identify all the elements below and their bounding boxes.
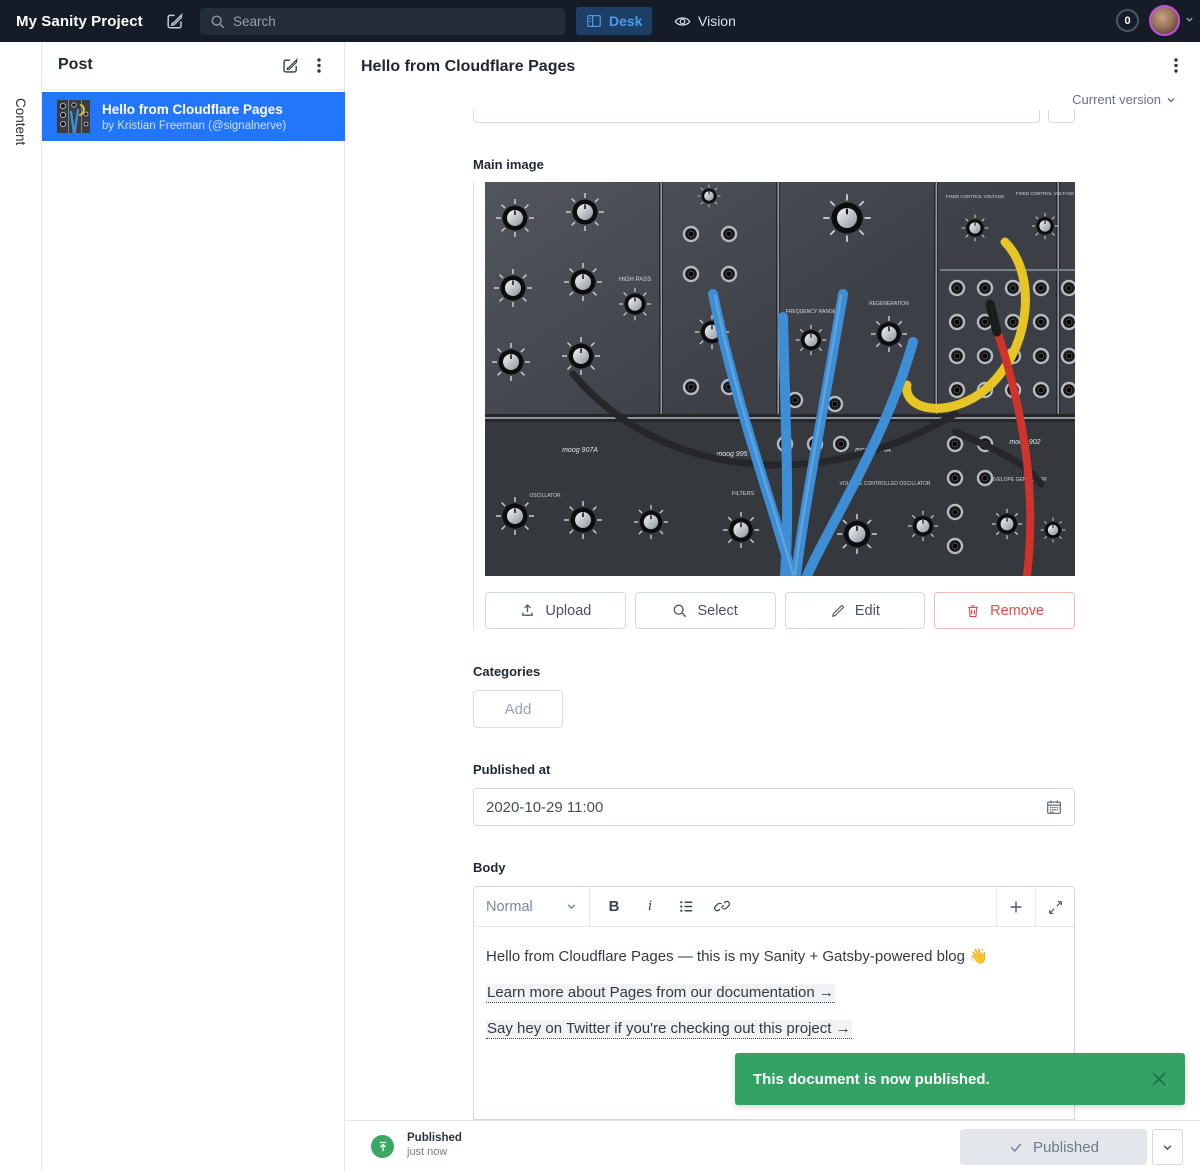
main-image-label: Main image: [473, 157, 544, 172]
photo-label-filters: FILTERS: [732, 491, 755, 497]
publish-status: Published just now: [407, 1132, 462, 1158]
document-footer: Published just now Published: [345, 1120, 1200, 1171]
calendar-icon[interactable]: [1045, 798, 1063, 816]
publish-button-label: Published: [1033, 1139, 1099, 1156]
italic-button[interactable]: i: [632, 887, 668, 927]
chevron-down-icon: [566, 901, 577, 912]
clipped-field-button[interactable]: [1048, 110, 1075, 123]
search-bar[interactable]: [200, 8, 565, 35]
document-pane: Hello from Cloudflare Pages Current vers…: [345, 42, 1200, 1171]
published-at-input[interactable]: 2020-10-29 11:00: [473, 788, 1075, 826]
photo-label-frequency-range: FREQUENCY RANGE: [786, 309, 837, 315]
categories-label: Categories: [473, 664, 540, 679]
photo-label-high-pass: HIGH PASS: [619, 277, 651, 283]
content-rail-label: Content: [13, 98, 28, 145]
edit-label: Edit: [855, 603, 880, 619]
pencil-icon: [830, 603, 846, 619]
tab-desk-label: Desk: [609, 13, 642, 29]
field-change-bar: [473, 182, 474, 630]
published-at-label: Published at: [473, 762, 550, 777]
avatar[interactable]: [1149, 5, 1180, 36]
post-thumbnail: [57, 100, 90, 133]
main-image-photo[interactable]: HIGH PASS FREQUENCY RANGE REGENERATION F…: [485, 182, 1075, 576]
publish-success-toast: This document is now published.: [735, 1053, 1185, 1105]
list-menu-kebab-icon[interactable]: [310, 56, 328, 75]
list-pane-header: Post: [42, 42, 344, 90]
text-style-value: Normal: [486, 899, 533, 915]
editor-toolbar: Normal B i: [474, 887, 1074, 927]
body-link-docs: Learn more about Pages from our document…: [486, 984, 835, 1003]
photo-label-regeneration: REGENERATION: [869, 301, 909, 307]
list-item-subtitle: by Kristian Freeman (@signalnerve): [102, 120, 286, 132]
new-document-icon[interactable]: [281, 56, 300, 75]
tab-vision[interactable]: Vision: [664, 7, 746, 35]
list-item-post[interactable]: Hello from Cloudflare Pages by Kristian …: [42, 92, 345, 141]
content-rail-tab[interactable]: Content: [0, 42, 42, 1171]
photo-label-moog-907: moog 907A: [562, 447, 598, 454]
clipped-field-input[interactable]: [473, 110, 1040, 123]
list-pane-title: Post: [58, 56, 93, 74]
document-title: Hello from Cloudflare Pages: [361, 58, 575, 76]
tab-vision-label: Vision: [698, 13, 736, 29]
photo-label-oscillator: OSCILLATOR: [529, 493, 561, 499]
body-paragraph: Learn more about Pages from our document…: [486, 983, 1062, 1002]
sanity-studio: My Sanity Project Desk Vision: [0, 0, 1200, 1171]
add-category-button[interactable]: Add: [473, 690, 563, 728]
post-list-pane: Post: [42, 42, 345, 1171]
body-paragraph: Hello from Cloudflare Pages — this is my…: [486, 947, 1062, 966]
tab-desk[interactable]: Desk: [576, 7, 652, 35]
search-input[interactable]: [233, 14, 533, 29]
project-title: My Sanity Project: [16, 13, 143, 30]
photo-label-fixed-cv-2: FIXED CONTROL VOLTAGE: [1016, 191, 1074, 196]
publish-menu-button[interactable]: [1152, 1129, 1183, 1165]
document-menu-kebab-icon[interactable]: [1167, 56, 1185, 75]
search-icon: [672, 603, 688, 619]
search-icon: [210, 14, 226, 30]
close-icon[interactable]: [1149, 1069, 1169, 1089]
bold-button[interactable]: B: [596, 887, 632, 927]
version-label: Current version: [1072, 92, 1161, 107]
top-navbar: My Sanity Project Desk Vision: [0, 0, 1200, 42]
link-button[interactable]: [704, 887, 740, 927]
chevron-down-icon: [1162, 1142, 1173, 1153]
publish-status-label: Published: [407, 1132, 462, 1144]
chevron-down-icon: [1166, 95, 1176, 105]
text-style-select[interactable]: Normal: [474, 887, 590, 926]
body-paragraph: Say hey on Twitter if you're checking ou…: [486, 1019, 1062, 1038]
desk-panels-icon: [586, 13, 602, 29]
expand-editor-button[interactable]: [1035, 887, 1074, 927]
remove-button[interactable]: Remove: [934, 592, 1075, 629]
toast-message: This document is now published.: [753, 1071, 1149, 1088]
photo-label-fixed-cv: FIXED CONTROL VOLTAGE: [946, 194, 1004, 199]
version-selector[interactable]: Current version: [1072, 92, 1176, 107]
insert-block-button[interactable]: [996, 887, 1035, 927]
trash-icon: [965, 603, 981, 619]
select-label: Select: [697, 603, 737, 619]
published-at-value: 2020-10-29 11:00: [486, 799, 1045, 816]
publish-status-time: just now: [407, 1146, 462, 1158]
select-button[interactable]: Select: [635, 592, 776, 629]
chevron-down-icon[interactable]: [1185, 15, 1194, 24]
presence-count-badge[interactable]: 0: [1116, 9, 1139, 32]
check-icon: [1008, 1139, 1024, 1155]
upload-icon: [519, 602, 536, 619]
edit-button[interactable]: Edit: [785, 592, 926, 629]
eye-icon: [674, 13, 691, 30]
body-text: Hello from Cloudflare Pages — this is my…: [486, 948, 988, 965]
compose-icon[interactable]: [165, 11, 185, 31]
image-actions: Upload Select Edit Remove: [485, 592, 1075, 629]
publish-button[interactable]: Published: [960, 1129, 1147, 1165]
presence-count: 0: [1124, 15, 1130, 27]
body-link-twitter: Say hey on Twitter if you're checking ou…: [486, 1020, 852, 1039]
published-status-icon: [371, 1135, 394, 1158]
list-item-title: Hello from Cloudflare Pages: [102, 102, 286, 117]
bullet-list-button[interactable]: [668, 887, 704, 927]
remove-label: Remove: [990, 603, 1044, 619]
upload-label: Upload: [545, 603, 591, 619]
body-label: Body: [473, 860, 506, 875]
upload-button[interactable]: Upload: [485, 592, 626, 629]
